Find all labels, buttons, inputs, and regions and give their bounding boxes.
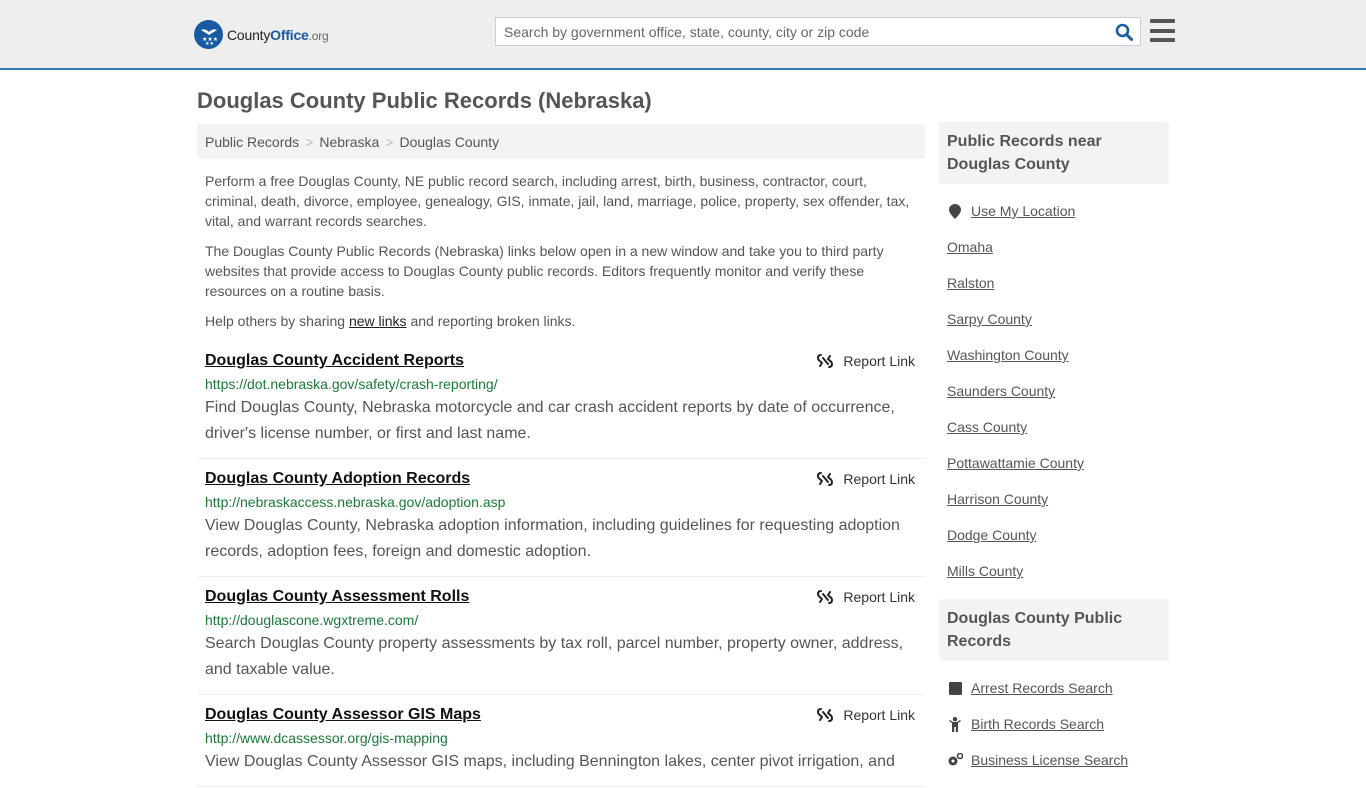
nearby-item: Saunders County [947,373,1161,409]
broken-link-icon [817,708,834,722]
broken-link-icon [817,354,834,368]
search-icon [1115,23,1133,41]
records-list: Douglas County Accident Reports Report L… [197,341,925,787]
svg-text:★★: ★★ [205,41,214,46]
report-link-button[interactable]: Report Link [817,471,915,487]
nearby-heading: Public Records near Douglas County [939,122,1169,184]
breadcrumb-public-records[interactable]: Public Records [205,134,299,150]
intro: Perform a free Douglas County, NE public… [197,159,925,331]
nearby-link-sarpy-county[interactable]: Sarpy County [947,311,1032,327]
record-title-link[interactable]: Douglas County Adoption Records [205,469,470,489]
record-title-link[interactable]: Douglas County Assessment Rolls [205,587,469,607]
intro-paragraph: Perform a free Douglas County, NE public… [205,173,910,229]
nearby-link-pottawattamie-county[interactable]: Pottawattamie County [947,455,1084,471]
record-title-link[interactable]: Douglas County Accident Reports [205,351,464,371]
use-my-location-link[interactable]: Use My Location [971,203,1075,219]
county-records-heading: Douglas County Public Records [939,599,1169,661]
nearby-item: Pottawattamie County [947,445,1161,481]
menu-bar [1150,19,1175,23]
record-description: View Douglas County, Nebraska adoption i… [205,517,900,560]
intro-paragraph: The Douglas County Public Records (Nebra… [205,243,884,299]
nearby-link-harrison-county[interactable]: Harrison County [947,491,1048,507]
breadcrumb-separator: > [385,134,394,150]
breadcrumb: Public Records > Nebraska > Douglas County [197,124,925,159]
record-description: Find Douglas County, Nebraska motorcycle… [205,399,895,442]
report-link-label: Report Link [843,589,915,605]
arrest-records-link[interactable]: Arrest Records Search [971,680,1113,696]
record-link-item: Business License Search [947,742,1161,778]
nearby-item: Harrison County [947,481,1161,517]
nearby-link-dodge-county[interactable]: Dodge County [947,527,1037,543]
breadcrumb-separator: > [305,134,314,150]
record-item: Douglas County Adoption Records Report L… [197,459,925,577]
nearby-item: Dodge County [947,517,1161,553]
gears-icon [947,753,963,767]
broken-link-icon [817,590,834,604]
report-link-button[interactable]: Report Link [817,353,915,369]
menu-bar [1150,28,1175,33]
record-url: http://nebraskaccess.nebraska.gov/adopti… [205,494,506,510]
hamburger-menu-button[interactable] [1150,19,1175,42]
county-records-list: Arrest Records Search Birth Records Sear… [939,661,1169,788]
report-link-label: Report Link [843,471,915,487]
eagle-stars-logo-icon: ★★★ ★★ [194,20,223,49]
sidebar: Public Records near Douglas County Use M… [939,122,1169,788]
record-url: http://douglascone.wgxtreme.com/ [205,612,419,628]
report-link-label: Report Link [843,353,915,369]
main-content: Public Records > Nebraska > Douglas County P… [197,124,925,787]
search-button[interactable] [1108,18,1140,45]
use-location-item: Use My Location [947,193,1161,229]
nearby-link-washington-county[interactable]: Washington County [947,347,1069,363]
broken-link-icon [817,472,834,486]
nearby-item: Washington County [947,337,1161,373]
map-marker-icon [947,203,963,219]
breadcrumb-nebraska[interactable]: Nebraska [319,134,379,150]
page-title: Douglas County Public Records (Nebraska) [197,88,652,113]
logo-text: CountyOffice.org [227,26,329,43]
birth-records-link[interactable]: Birth Records Search [971,716,1104,732]
nearby-list: Use My Location Omaha Ralston Sarpy Coun… [939,184,1169,599]
nearby-item: Omaha [947,229,1161,265]
business-license-link[interactable]: Business License Search [971,752,1128,768]
report-link-label: Report Link [843,707,915,723]
breadcrumb-douglas-county: Douglas County [399,134,500,150]
record-item: Douglas County Accident Reports Report L… [197,341,925,459]
record-link-item: Arrest Records Search [947,670,1161,706]
record-description: View Douglas County Assessor GIS maps, i… [205,753,895,770]
menu-bar [1150,38,1175,42]
search-input[interactable] [496,18,1108,45]
square-icon [947,681,963,695]
top-header: ★★★ ★★ CountyOffice.org [0,0,1366,70]
record-link-item: Birth Records Search [947,706,1161,742]
nearby-item: Mills County [947,553,1161,589]
search-bar [495,17,1141,46]
nearby-link-mills-county[interactable]: Mills County [947,563,1023,579]
record-description: Search Douglas County property assessmen… [205,635,904,678]
nearby-link-ralston[interactable]: Ralston [947,275,994,291]
nearby-link-saunders-county[interactable]: Saunders County [947,383,1055,399]
record-url: http://www.dcassessor.org/gis-mapping [205,730,448,746]
new-links-link[interactable]: new links [349,313,407,329]
record-item: Douglas County Assessor GIS Maps Report … [197,695,925,787]
report-link-button[interactable]: Report Link [817,707,915,723]
record-item: Douglas County Assessment Rolls Report L… [197,577,925,695]
record-url: https://dot.nebraska.gov/safety/crash-re… [205,376,498,392]
nearby-item: Ralston [947,265,1161,301]
record-title-link[interactable]: Douglas County Assessor GIS Maps [205,705,481,725]
nearby-link-cass-county[interactable]: Cass County [947,419,1027,435]
nearby-link-omaha[interactable]: Omaha [947,239,993,255]
site-logo[interactable]: ★★★ ★★ CountyOffice.org [194,20,329,49]
report-link-button[interactable]: Report Link [817,589,915,605]
nearby-item: Cass County [947,409,1161,445]
share-links-paragraph: Help others by sharing new links and rep… [205,313,576,329]
nearby-item: Sarpy County [947,301,1161,337]
child-icon [947,716,963,732]
